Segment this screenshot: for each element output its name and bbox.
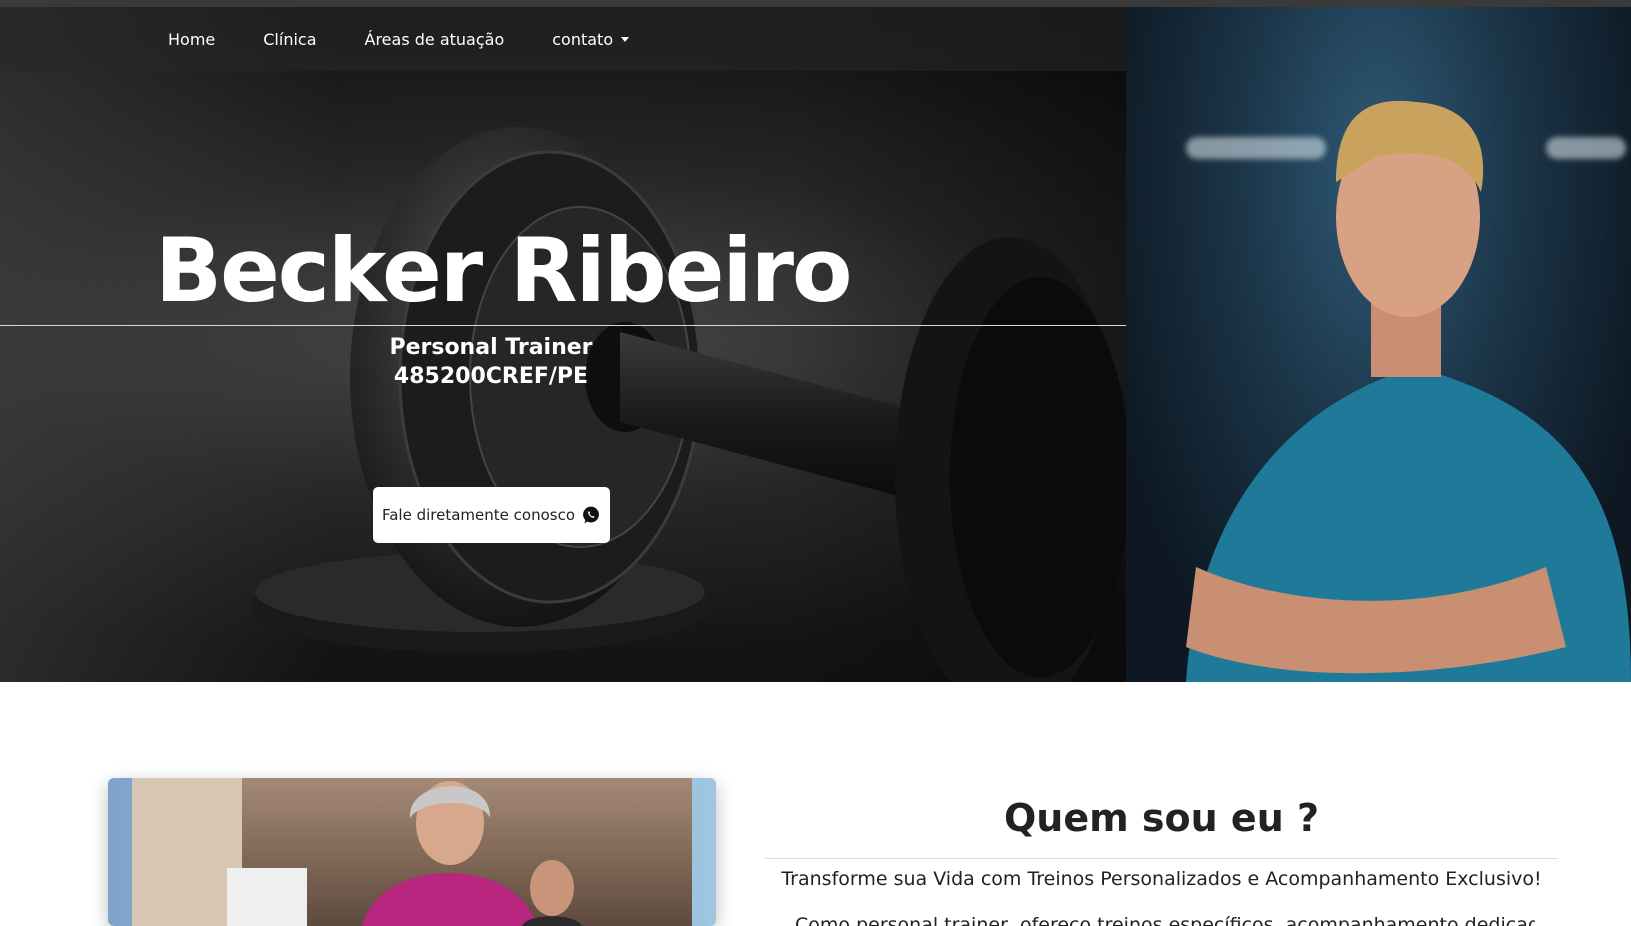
hero-registration: 485200CREF/PE <box>393 364 589 389</box>
about-divider <box>765 858 1558 859</box>
contact-whatsapp-button[interactable]: Fale diretamente conosco <box>373 487 610 543</box>
nav-contato-label: contato <box>552 29 614 49</box>
trainer-figure <box>1186 100 1631 682</box>
about-image-card <box>108 778 716 926</box>
nav-areas-de-atuacao[interactable]: Áreas de atuação <box>365 30 505 49</box>
workout-scene <box>132 778 582 926</box>
caret-down-icon <box>621 36 630 42</box>
nav-contato-dropdown[interactable]: contato <box>552 29 630 49</box>
hero-divider <box>0 325 1126 326</box>
top-bar <box>0 0 1631 7</box>
hero-role: Personal Trainer <box>389 335 593 360</box>
about-lead: Transforme sua Vida com Treinos Personal… <box>781 868 1542 890</box>
gym-light <box>1546 137 1626 159</box>
trainer-photo <box>1126 7 1631 682</box>
cta-label: Fale diretamente conosco <box>381 506 575 524</box>
hero-section: Becker Ribeiro Personal Trainer 485200CR… <box>0 7 1631 682</box>
about-title: Quem sou eu ? <box>1003 796 1320 840</box>
nav-clinica[interactable]: Clínica <box>263 30 316 49</box>
gym-light <box>1186 137 1326 159</box>
main-navbar: Home Clínica Áreas de atuação contato <box>0 7 1126 71</box>
whatsapp-icon <box>583 506 599 524</box>
nav-home[interactable]: Home <box>168 30 215 49</box>
about-photo <box>132 778 692 926</box>
about-text: Como personal trainer, ofereço treinos e… <box>795 914 1535 926</box>
hero-title: Becker Ribeiro <box>155 219 852 322</box>
